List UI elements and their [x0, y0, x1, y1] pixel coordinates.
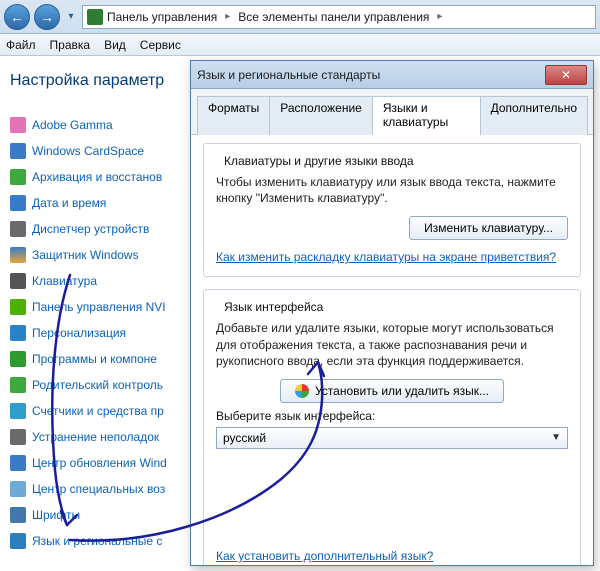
cp-item-label: Родительский контроль — [32, 378, 163, 392]
menu-file[interactable]: Файл — [6, 38, 36, 52]
change-keyboard-button-label: Изменить клавиатуру... — [424, 221, 553, 235]
defender-icon — [10, 247, 26, 263]
clock-icon — [10, 195, 26, 211]
shield-icon — [295, 384, 309, 398]
device-manager-icon — [10, 221, 26, 237]
keyboard-welcome-link[interactable]: Как изменить раскладку клавиатуры на экр… — [216, 250, 556, 264]
cp-item-label: Устранение неполадок — [32, 430, 159, 444]
tab-formats[interactable]: Форматы — [197, 96, 270, 135]
dialog-titlebar[interactable]: Язык и региональные стандарты ✕ — [191, 61, 593, 89]
select-language-label: Выберите язык интерфейса: — [216, 409, 568, 423]
dialog-tabs: Форматы Расположение Языки и клавиатуры … — [191, 89, 593, 135]
close-button[interactable]: ✕ — [545, 65, 587, 85]
cp-item-label: Программы и компоне — [32, 352, 157, 366]
dialog-body: Клавиатуры и другие языки ввода Чтобы из… — [191, 135, 593, 565]
cp-item-label: Персонализация — [32, 326, 126, 340]
close-icon: ✕ — [561, 68, 571, 82]
breadcrumb-2[interactable]: Все элементы панели управления — [238, 10, 429, 24]
control-panel-icon — [87, 9, 103, 25]
menu-bar: Файл Правка Вид Сервис — [0, 34, 600, 56]
ui-language-group: Язык интерфейса Добавьте или удалите язы… — [203, 289, 581, 565]
ui-language-group-title: Язык интерфейса — [220, 300, 327, 314]
personalization-icon — [10, 325, 26, 341]
change-keyboard-button[interactable]: Изменить клавиатуру... — [409, 216, 568, 240]
programs-icon — [10, 351, 26, 367]
parental-icon — [10, 377, 26, 393]
cardspace-icon — [10, 143, 26, 159]
tab-keyboards-languages[interactable]: Языки и клавиатуры — [372, 96, 481, 135]
cp-item-label: Шрифты — [32, 508, 80, 522]
cp-item-label: Windows CardSpace — [32, 144, 144, 158]
cp-item-label: Клавиатура — [32, 274, 97, 288]
keyboards-group: Клавиатуры и другие языки ввода Чтобы из… — [203, 143, 581, 277]
cp-item-label: Архивация и восстанов — [32, 170, 162, 184]
menu-view[interactable]: Вид — [104, 38, 126, 52]
keyboards-group-desc: Чтобы изменить клавиатуру или язык ввода… — [216, 174, 568, 206]
breadcrumb-sep-2: ▸ — [433, 11, 446, 22]
back-button[interactable]: ← — [4, 4, 30, 30]
region-language-dialog: Язык и региональные стандарты ✕ Форматы … — [190, 60, 594, 566]
troubleshoot-icon — [10, 429, 26, 445]
tab-location[interactable]: Расположение — [269, 96, 373, 135]
keyboard-icon — [10, 273, 26, 289]
cp-item-label: Центр обновления Wind — [32, 456, 167, 470]
windows-update-icon — [10, 455, 26, 471]
globe-icon — [10, 533, 26, 549]
history-dropdown[interactable]: ▾ — [64, 7, 78, 27]
install-additional-language-link[interactable]: Как установить дополнительный язык? — [216, 549, 433, 563]
cp-item-label: Центр специальных воз — [32, 482, 165, 496]
window-navigation-bar: ← → ▾ Панель управления ▸ Все элементы п… — [0, 0, 600, 34]
menu-edit[interactable]: Правка — [50, 38, 91, 52]
cp-item-label: Защитник Windows — [32, 248, 139, 262]
cp-item-label: Язык и региональные с — [32, 534, 162, 548]
chevron-down-icon: ▼ — [551, 432, 561, 443]
adobe-gamma-icon — [10, 117, 26, 133]
nvidia-icon — [10, 299, 26, 315]
address-bar[interactable]: Панель управления ▸ Все элементы панели … — [82, 5, 596, 29]
cp-item-label: Дата и время — [32, 196, 106, 210]
cp-item-label: Панель управления NVI — [32, 300, 166, 314]
cp-item-label: Счетчики и средства пр — [32, 404, 164, 418]
breadcrumb-1[interactable]: Панель управления — [107, 10, 217, 24]
accessibility-icon — [10, 481, 26, 497]
interface-language-value: русский — [223, 431, 266, 445]
perfmon-icon — [10, 403, 26, 419]
cp-item-label: Диспетчер устройств — [32, 222, 149, 236]
keyboards-group-title: Клавиатуры и другие языки ввода — [220, 154, 418, 168]
forward-button[interactable]: → — [34, 4, 60, 30]
backup-icon — [10, 169, 26, 185]
tab-additional[interactable]: Дополнительно — [480, 96, 588, 135]
cp-item-label: Adobe Gamma — [32, 118, 113, 132]
menu-service[interactable]: Сервис — [140, 38, 181, 52]
install-remove-language-label: Установить или удалить язык... — [315, 384, 489, 398]
install-remove-language-button[interactable]: Установить или удалить язык... — [280, 379, 504, 403]
ui-language-group-desc: Добавьте или удалите языки, которые могу… — [216, 320, 568, 369]
dialog-title: Язык и региональные стандарты — [197, 68, 380, 82]
fonts-icon — [10, 507, 26, 523]
interface-language-select[interactable]: русский ▼ — [216, 427, 568, 449]
breadcrumb-sep-1: ▸ — [221, 11, 234, 22]
